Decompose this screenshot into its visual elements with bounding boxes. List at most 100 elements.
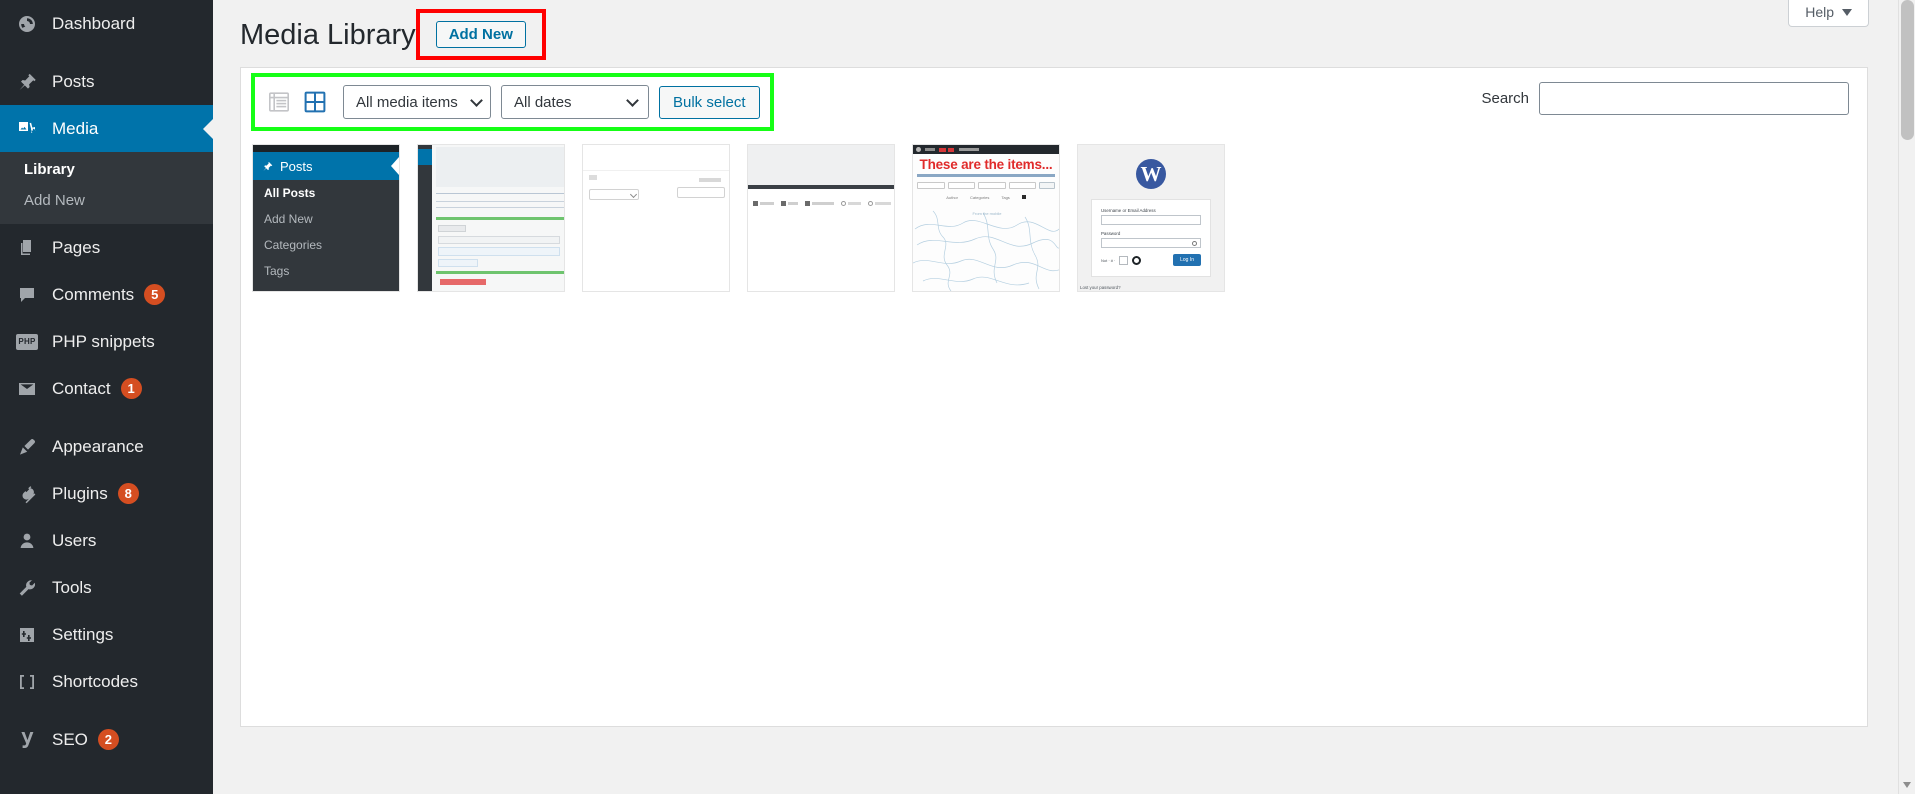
sidebar-item-appearance[interactable]: Appearance <box>0 423 213 470</box>
eye-icon <box>1192 241 1197 246</box>
scrollbar-thumb[interactable] <box>1901 0 1914 140</box>
preview-menu-header: Posts <box>253 152 399 180</box>
attachment-preview-white-page <box>583 145 729 291</box>
sidebar-item-label: Plugins <box>52 483 108 503</box>
preview-login-row: Not · # · Log In <box>1101 254 1201 266</box>
sidebar-item-contact[interactable]: Contact 1 <box>0 365 213 412</box>
page-scrollbar[interactable] <box>1898 0 1915 794</box>
media-type-filter-value: All media items <box>356 93 458 111</box>
page-header: Media Library Add New <box>213 0 1915 60</box>
sidebar-divider <box>0 705 213 716</box>
status-badge: 1 <box>120 378 142 399</box>
gear-icon <box>1132 255 1142 265</box>
sidebar-item-media[interactable]: Media <box>0 105 213 152</box>
checkbox-icon <box>1119 255 1129 265</box>
media-type-filter[interactable]: All media items <box>343 85 491 119</box>
search-input[interactable] <box>1539 82 1849 115</box>
preview-filter-row <box>913 180 1059 191</box>
sidebar-item-comments[interactable]: Comments 5 <box>0 271 213 318</box>
brackets-icon <box>14 669 40 695</box>
attachment-item[interactable]: These are the items... Author Categories… <box>912 144 1060 292</box>
preview-login-button: Log In <box>1173 254 1201 266</box>
chevron-down-icon <box>626 94 639 107</box>
preview-lost-password: Lost your password? <box>1080 285 1121 290</box>
scroll-down-icon[interactable] <box>1903 782 1911 788</box>
sidebar-divider <box>0 47 213 58</box>
attachment-preview-wp-login: W Username or Email Address Password Not… <box>1078 145 1224 291</box>
list-view-icon[interactable] <box>265 88 293 116</box>
sidebar-item-users[interactable]: Users <box>0 517 213 564</box>
sidebar-item-plugins[interactable]: Plugins 8 <box>0 470 213 517</box>
brush-icon <box>14 434 40 460</box>
preview-menu-item: Categories <box>264 238 323 252</box>
sidebar-item-php-snippets[interactable]: PHP PHP snippets <box>0 318 213 365</box>
attachment-item[interactable] <box>417 144 565 292</box>
sidebar-item-settings[interactable]: Settings <box>0 611 213 658</box>
grid-view-icon[interactable] <box>301 88 329 116</box>
preview-menu-item: Add New <box>264 212 313 226</box>
sidebar-item-label: Media <box>52 118 99 138</box>
sidebar-item-label: Users <box>52 530 97 550</box>
sidebar-item-label: Appearance <box>52 436 144 456</box>
preview-links <box>913 172 1059 180</box>
toolbar-highlight: All media items All dates Bulk select <box>251 73 774 131</box>
media-submenu: Library Add New <box>0 152 213 224</box>
bulk-select-button[interactable]: Bulk select <box>659 85 760 119</box>
preview-password-field <box>1101 238 1201 248</box>
plug-icon <box>14 481 40 507</box>
date-filter[interactable]: All dates <box>501 85 649 119</box>
submenu-item-library[interactable]: Library <box>0 154 213 185</box>
preview-column-label: Author <box>946 195 958 200</box>
date-filter-value: All dates <box>514 93 572 111</box>
sidebar-item-posts[interactable]: Posts <box>0 58 213 105</box>
attachment-item[interactable] <box>747 144 895 292</box>
preview-column-label: Tags <box>1001 195 1010 200</box>
attachment-preview-posts-submenu: Posts All Posts Add New Categories Tags <box>253 145 399 291</box>
sidebar-item-tools[interactable]: Tools <box>0 564 213 611</box>
preview-table-head: Author Categories Tags <box>913 191 1059 200</box>
sidebar-item-seo[interactable]: SEO 2 <box>0 716 213 763</box>
chevron-down-icon <box>1842 8 1852 16</box>
sidebar-item-dashboard[interactable]: Dashboard <box>0 0 213 47</box>
sidebar-item-label: Contact <box>52 378 111 398</box>
status-badge: 2 <box>97 729 119 750</box>
sidebar-item-label: Tools <box>52 577 92 597</box>
preview-headline: These are the items... <box>919 157 1053 172</box>
pin-icon <box>262 161 273 172</box>
sidebar-item-label: Shortcodes <box>52 671 138 691</box>
add-new-button[interactable]: Add New <box>435 21 526 48</box>
page-title: Media Library <box>240 19 416 51</box>
attachments-grid: Posts All Posts Add New Categories Tags <box>241 130 1867 292</box>
php-icon: PHP <box>14 329 40 355</box>
mail-icon <box>14 376 40 402</box>
status-badge: 5 <box>144 284 166 305</box>
pages-icon <box>14 235 40 261</box>
preview-admin-bar <box>913 145 1059 154</box>
sidebar-item-label: SEO <box>52 729 88 749</box>
help-button-label: Help <box>1805 4 1834 20</box>
preview-menu-item: Tags <box>264 264 290 278</box>
attachment-item[interactable]: W Username or Email Address Password Not… <box>1077 144 1225 292</box>
preview-username-field <box>1101 215 1201 225</box>
media-icon <box>14 116 40 142</box>
media-panel: All media items All dates Bulk select Se… <box>240 67 1868 727</box>
attachment-preview-checkbox-page <box>748 145 894 291</box>
comment-icon <box>14 282 40 308</box>
sidebar-item-shortcodes[interactable]: Shortcodes <box>0 658 213 705</box>
chevron-down-icon <box>470 94 483 107</box>
attachment-preview-items-page: These are the items... Author Categories… <box>913 145 1059 291</box>
user-icon <box>14 528 40 554</box>
preview-menu-item: All Posts <box>264 186 316 200</box>
attachment-item[interactable]: Posts All Posts Add New Categories Tags <box>252 144 400 292</box>
search-label: Search <box>1481 90 1529 107</box>
submenu-item-add-new[interactable]: Add New <box>0 185 213 216</box>
sidebar-item-label: Comments <box>52 284 135 304</box>
sidebar-item-pages[interactable]: Pages <box>0 224 213 271</box>
help-button[interactable]: Help <box>1788 0 1869 27</box>
status-badge: 8 <box>117 483 139 504</box>
wordpress-logo-icon: W <box>1136 159 1166 189</box>
sidebar-item-label: Settings <box>52 624 114 644</box>
preview-username-label: Username or Email Address <box>1101 208 1156 213</box>
attachment-item[interactable] <box>582 144 730 292</box>
dashboard-icon <box>14 11 40 37</box>
